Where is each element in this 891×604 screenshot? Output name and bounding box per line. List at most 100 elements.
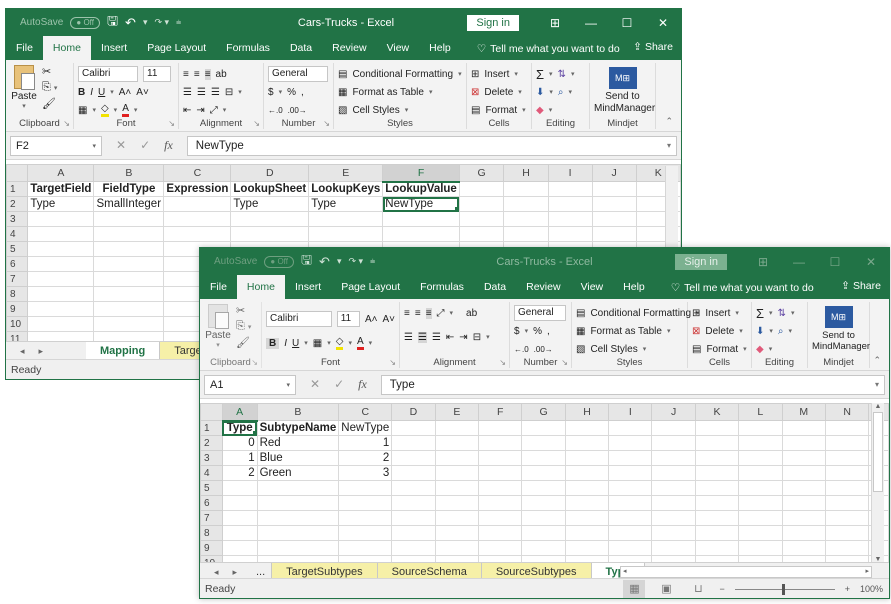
copy-icon[interactable]: ⎘ ▾ (42, 81, 57, 94)
cell-g3[interactable] (458, 211, 505, 227)
cell-n2[interactable] (824, 435, 870, 451)
cell-e1[interactable] (434, 420, 480, 436)
cell-c3[interactable]: 2 (338, 450, 393, 466)
cell-f4[interactable] (382, 226, 460, 242)
cell-h6[interactable] (564, 495, 610, 511)
cell-d1[interactable] (391, 420, 436, 436)
maximize-button[interactable]: ☐ (609, 16, 645, 30)
cell-g5[interactable] (521, 480, 566, 496)
column-header-i[interactable]: I (547, 164, 593, 182)
cell-b8[interactable] (256, 525, 340, 541)
tab-file[interactable]: File (6, 38, 43, 60)
format-as-table-button[interactable]: ▦ Format as Table ▾ (576, 322, 683, 340)
column-header-d[interactable]: D (391, 403, 436, 421)
tab-file[interactable]: File (200, 277, 237, 299)
merge-center-icon[interactable]: ⊟ (225, 87, 233, 98)
decrease-indent-icon[interactable]: ⇤ (183, 105, 191, 116)
cell-f3[interactable] (478, 450, 523, 466)
cell-c9[interactable] (338, 540, 393, 556)
bold-button[interactable]: B (78, 87, 85, 98)
cell-m2[interactable] (781, 435, 826, 451)
cell-a1[interactable]: Type (221, 420, 258, 436)
column-header-e[interactable]: E (434, 403, 480, 421)
close-button[interactable]: ✕ (645, 16, 681, 30)
cell-h2[interactable] (564, 435, 610, 451)
tab-insert[interactable]: Insert (91, 38, 137, 60)
cell-d7[interactable] (391, 510, 436, 526)
cell-k6[interactable] (694, 495, 740, 511)
cell-d4[interactable] (230, 226, 310, 242)
cell-e8[interactable] (434, 525, 480, 541)
cell-i5[interactable] (608, 480, 653, 496)
row-header[interactable]: 3 (6, 211, 29, 227)
cell-b4[interactable]: Green (256, 465, 340, 481)
cell-b1[interactable]: SubtypeName (256, 420, 340, 436)
cell-i9[interactable] (608, 540, 653, 556)
column-header-f[interactable]: F (382, 164, 460, 183)
cell-j3[interactable] (591, 211, 637, 227)
formula-input[interactable]: Type ▾ (380, 374, 885, 395)
tab-insert[interactable]: Insert (285, 277, 331, 299)
decrease-font-icon[interactable]: A˅ (382, 314, 395, 325)
cell-k5[interactable] (694, 480, 740, 496)
insert-cells-button[interactable]: ⊞ Insert ▾ (471, 65, 527, 83)
wrap-text-icon[interactable]: ab (466, 308, 477, 319)
insert-function-icon[interactable]: fx (164, 138, 173, 153)
align-left-icon[interactable]: ☰ (183, 87, 192, 98)
cell-e5[interactable] (434, 480, 480, 496)
increase-font-icon[interactable]: A˄ (119, 87, 132, 98)
align-right-icon[interactable]: ☰ (432, 332, 441, 343)
column-header-g[interactable]: G (521, 403, 566, 421)
cell-h8[interactable] (564, 525, 610, 541)
cell-c3[interactable] (163, 211, 232, 227)
cell-n8[interactable] (824, 525, 870, 541)
cell-f1[interactable] (478, 420, 523, 436)
cell-g2[interactable] (521, 435, 566, 451)
cell-j1[interactable] (651, 420, 696, 436)
decrease-decimal-icon[interactable]: .00→ (534, 345, 553, 354)
select-all-corner[interactable] (200, 403, 223, 421)
column-header-j[interactable]: J (651, 403, 696, 421)
cell-b2[interactable]: SmallInteger (93, 196, 165, 212)
cell-a6[interactable] (221, 495, 258, 511)
cell-c1[interactable]: NewType (338, 420, 393, 436)
cell-e4[interactable] (308, 226, 384, 242)
cell-n5[interactable] (824, 480, 870, 496)
cell-b2[interactable]: Red (256, 435, 340, 451)
cell-l4[interactable] (738, 465, 783, 481)
cell-b7[interactable] (93, 271, 165, 287)
cell-h1[interactable] (503, 181, 549, 197)
undo-icon[interactable]: ↶ (125, 15, 136, 31)
cell-f6[interactable] (478, 495, 523, 511)
zoom-slider-thumb[interactable] (781, 583, 785, 595)
cell-a7[interactable] (27, 271, 95, 287)
cell-i3[interactable] (547, 211, 593, 227)
fill-color-icon[interactable]: ◇ (100, 103, 109, 117)
formula-input[interactable]: NewType ▾ (186, 135, 677, 156)
increase-decimal-icon[interactable]: ←.0 (268, 106, 283, 115)
cell-l9[interactable] (738, 540, 783, 556)
cell-g6[interactable] (521, 495, 566, 511)
comma-icon[interactable]: , (547, 326, 550, 337)
cell-b5[interactable] (93, 241, 165, 257)
center-icon[interactable]: ☰ (417, 331, 427, 343)
increase-indent-icon[interactable]: ⇥ (459, 332, 467, 343)
cell-h4[interactable] (564, 465, 610, 481)
cell-i1[interactable] (547, 181, 593, 197)
cut-icon[interactable]: ✂ (236, 304, 251, 317)
cell-i8[interactable] (608, 525, 653, 541)
cell-g3[interactable] (521, 450, 566, 466)
cell-e2[interactable] (434, 435, 480, 451)
cell-l3[interactable] (738, 450, 783, 466)
cell-c4[interactable] (163, 226, 232, 242)
cell-m9[interactable] (781, 540, 826, 556)
close-button[interactable]: ✕ (853, 255, 889, 269)
font-name-select[interactable]: Calibri (266, 311, 332, 327)
orientation-icon[interactable]: ⤢ (437, 308, 445, 319)
find-select-icon[interactable]: ⌕ (778, 326, 784, 337)
cell-n3[interactable] (824, 450, 870, 466)
scroll-tabs-left-icon[interactable]: ◂ (214, 567, 219, 578)
cell-n1[interactable] (824, 420, 870, 436)
currency-icon[interactable]: $ (514, 326, 520, 337)
normal-view-icon[interactable]: ▦ (623, 580, 646, 598)
